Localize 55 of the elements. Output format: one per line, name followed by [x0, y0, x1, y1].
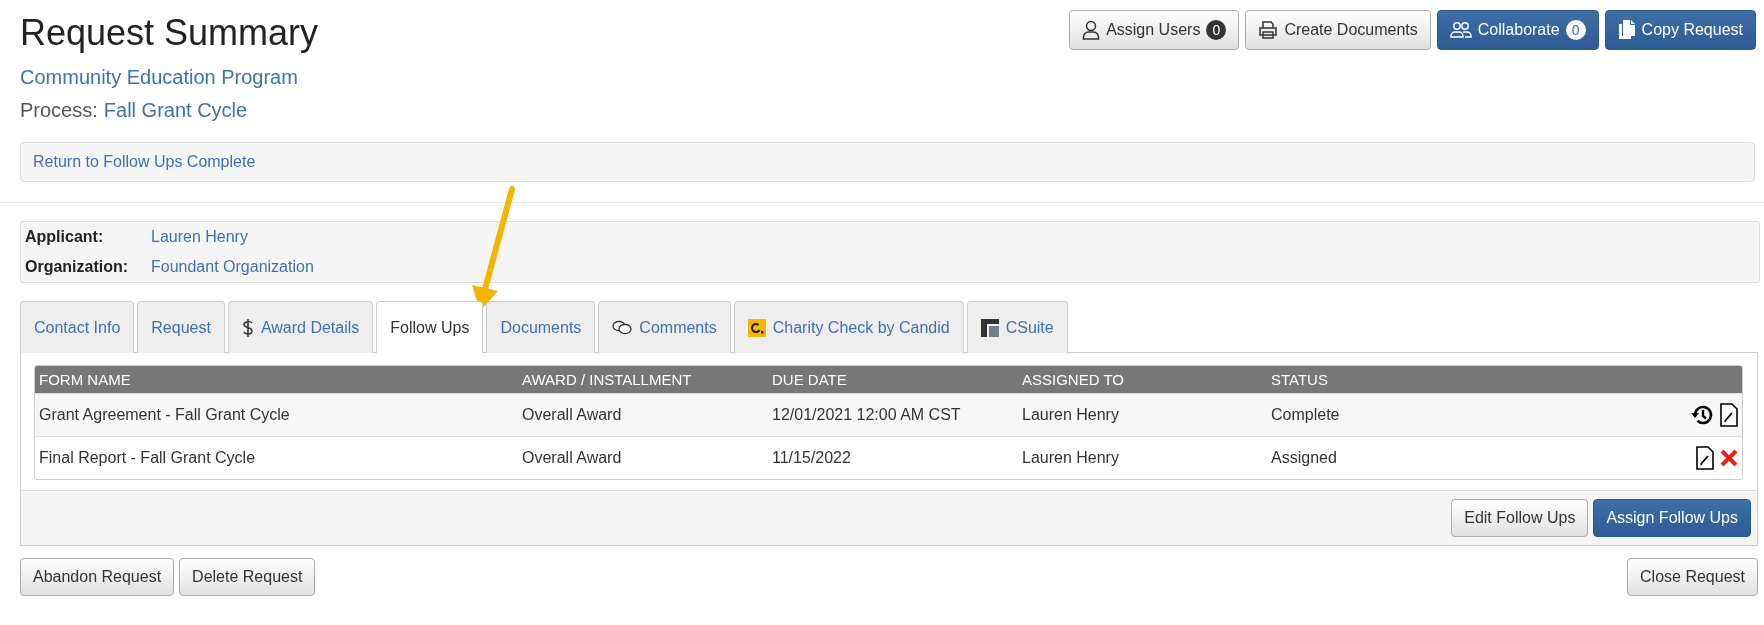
info-link[interactable]: Lauren Henry [151, 228, 314, 246]
csuite-logo-icon [980, 318, 999, 337]
delete-icon[interactable] [1720, 449, 1738, 467]
candid-logo-icon [747, 318, 766, 337]
copy-icon [1617, 20, 1636, 40]
table-cell: Lauren Henry [1022, 406, 1119, 423]
info-label: Organization: [25, 258, 130, 276]
printer-icon [1258, 20, 1279, 40]
table-cell: Final Report - Fall Grant Cycle [39, 449, 256, 466]
tab[interactable]: Contact Info [20, 301, 135, 353]
table-cell: 11/15/2022 [772, 449, 851, 466]
user-icon [1082, 20, 1101, 40]
tab[interactable]: Request [137, 301, 225, 353]
page-title: Request Summary [20, 12, 319, 54]
process-link[interactable]: Fall Grant Cycle [103, 99, 248, 122]
tab[interactable]: Charity Check by Candid [733, 301, 964, 353]
count-badge: 0 [1565, 20, 1586, 40]
close-request-button[interactable]: Close Request [1627, 558, 1758, 596]
column-header: DUE DATE [768, 366, 1018, 394]
table-cell: Complete [1271, 406, 1340, 423]
info-label: Applicant: [25, 228, 105, 246]
table-cell: Overall Award [522, 449, 622, 466]
form-edit-icon[interactable] [1696, 446, 1714, 470]
tab[interactable]: Award Details [227, 301, 374, 353]
tab[interactable]: Follow Ups [376, 301, 484, 353]
form-edit-icon[interactable] [1720, 403, 1738, 427]
column-header: AWARD / INSTALLMENT [518, 366, 768, 394]
table-cell: Overall Award [522, 406, 622, 423]
create-documents-button[interactable]: Create Documents [1245, 10, 1431, 50]
tab[interactable]: Documents [486, 301, 596, 353]
edit-follow-ups-button[interactable]: Edit Follow Ups [1451, 499, 1589, 537]
table-cell: Grant Agreement - Fall Grant Cycle [39, 406, 290, 423]
history-icon[interactable] [1690, 403, 1714, 427]
copy-request-button[interactable]: Copy Request [1604, 10, 1756, 50]
table-cell: Lauren Henry [1022, 449, 1119, 466]
abandon-request-button[interactable]: Abandon Request [20, 558, 175, 596]
delete-request-button[interactable]: Delete Request [179, 558, 316, 596]
return-link[interactable]: Return to Follow Ups Complete [33, 153, 256, 170]
users-icon [1449, 21, 1472, 39]
column-header: STATUS [1267, 366, 1542, 394]
collaborate-button[interactable]: Collaborate 0 [1436, 10, 1599, 50]
table-cell: 12/01/2021 12:00 AM CST [772, 406, 961, 423]
column-header: ASSIGNED TO [1018, 366, 1267, 394]
assign-follow-ups-button[interactable]: Assign Follow Ups [1593, 499, 1751, 537]
program-link[interactable]: Community Education Program [20, 66, 298, 88]
dollar-icon [241, 317, 254, 338]
table-cell: Assigned [1271, 449, 1337, 466]
info-link[interactable]: Foundant Organization [151, 258, 314, 276]
column-header: FORM NAME [35, 366, 518, 394]
tab[interactable]: Comments [598, 301, 731, 353]
tab[interactable]: CSuite [966, 301, 1068, 353]
comments-icon [612, 319, 633, 336]
count-badge: 0 [1206, 20, 1227, 40]
process-label: Process: [20, 99, 98, 122]
assign-users-button[interactable]: Assign Users 0 [1069, 10, 1240, 50]
